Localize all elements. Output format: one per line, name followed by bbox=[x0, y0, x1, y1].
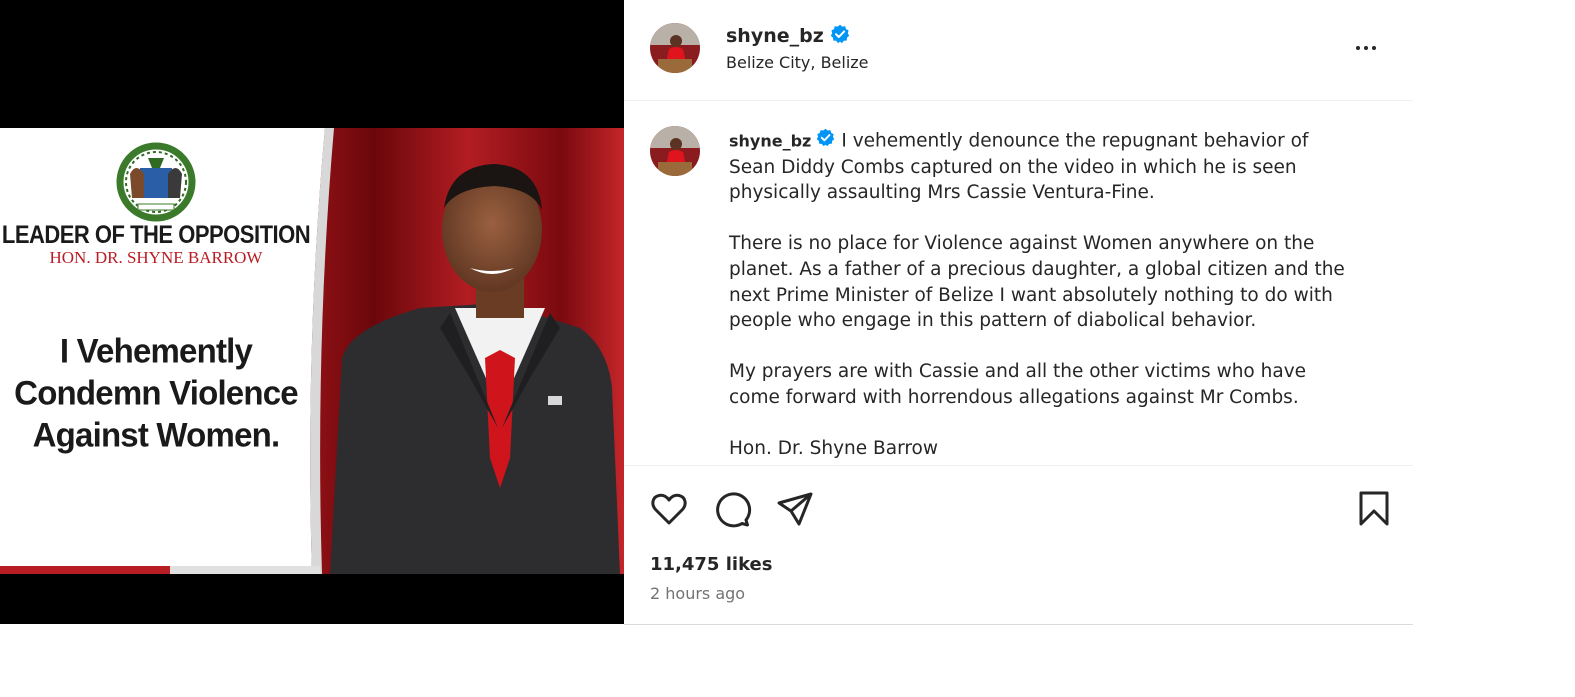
post-caption: shyne_bz I vehemently denounce the repugn… bbox=[729, 128, 1359, 487]
headline-line: Against Women. bbox=[32, 415, 281, 454]
post-actions: 11,475 likes 2 hours ago bbox=[624, 465, 1413, 625]
post-media[interactable]: LEADER OF THE OPPOSITION HON. DR. SHYNE … bbox=[0, 0, 624, 624]
instagram-post: LEADER OF THE OPPOSITION HON. DR. SHYNE … bbox=[0, 0, 1413, 625]
username-text[interactable]: shyne_bz bbox=[726, 25, 824, 47]
more-options-icon[interactable] bbox=[1346, 36, 1386, 60]
post-side-panel: shyne_bz Belize City, Belize shyne_bz I v… bbox=[624, 0, 1413, 625]
caption-signature: Hon. Dr. Shyne Barrow bbox=[729, 438, 938, 460]
verified-badge-icon bbox=[816, 128, 835, 155]
headline-line: Condemn Violence bbox=[14, 373, 298, 412]
caption-paragraph: shyne_bz I vehemently denounce the repugn… bbox=[729, 128, 1359, 206]
dot bbox=[1364, 46, 1368, 50]
bookmark-icon[interactable] bbox=[1354, 489, 1394, 529]
dot bbox=[1356, 46, 1360, 50]
header-username[interactable]: shyne_bz bbox=[726, 24, 850, 49]
post-location[interactable]: Belize City, Belize bbox=[726, 53, 869, 72]
verified-badge-icon bbox=[830, 24, 850, 49]
belize-coat-of-arms bbox=[116, 142, 196, 222]
dot bbox=[1372, 46, 1376, 50]
avatar-image bbox=[650, 126, 700, 176]
caption-username[interactable]: shyne_bz bbox=[729, 131, 811, 150]
caption-paragraph: There is no place for Violence against W… bbox=[729, 233, 1345, 332]
caption-paragraph: My prayers are with Cassie and all the o… bbox=[729, 361, 1307, 408]
opposition-title: LEADER OF THE OPPOSITION bbox=[1, 220, 311, 249]
headline-line: I Vehemently bbox=[59, 331, 253, 370]
post-header: shyne_bz Belize City, Belize bbox=[624, 0, 1413, 101]
comment-icon[interactable] bbox=[712, 489, 752, 529]
share-icon[interactable] bbox=[775, 489, 815, 529]
heart-icon[interactable] bbox=[649, 489, 689, 529]
avatar-image bbox=[650, 23, 700, 73]
post-timestamp[interactable]: 2 hours ago bbox=[650, 584, 745, 603]
poster-headline: I Vehemently Condemn Violence Against Wo… bbox=[0, 330, 312, 456]
caption-avatar[interactable] bbox=[650, 126, 700, 176]
profile-avatar[interactable] bbox=[650, 23, 700, 73]
opposition-name: HON. DR. SHYNE BARROW bbox=[49, 248, 263, 267]
likes-count[interactable]: 11,475 likes bbox=[650, 554, 772, 575]
